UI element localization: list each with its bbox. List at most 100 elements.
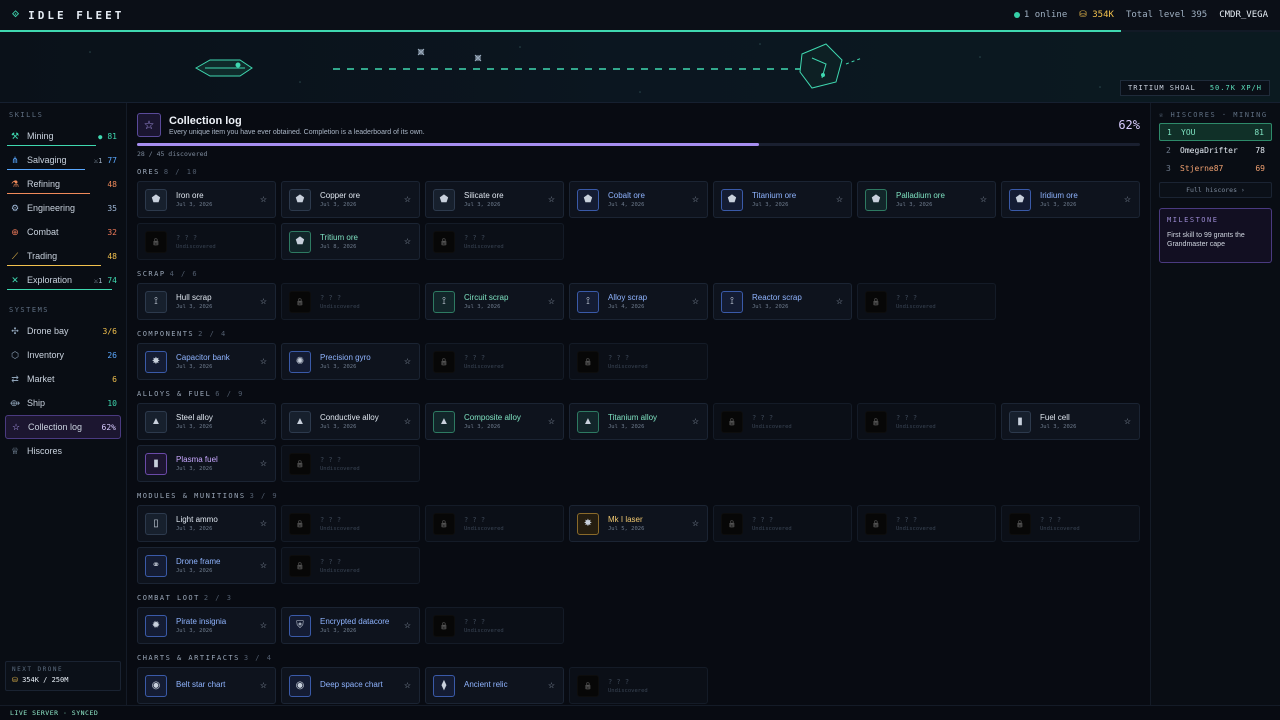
- item-card[interactable]: ⬟ Palladium ore Jul 3, 2026 ☆: [857, 181, 996, 218]
- favorite-star-icon[interactable]: ☆: [404, 681, 411, 690]
- item-card[interactable]: ✺ Precision gyro Jul 3, 2026 ☆: [281, 343, 420, 380]
- sidebar-item-hiscores[interactable]: ♕ Hiscores: [0, 439, 126, 463]
- category-heading: ORES 8 / 10: [137, 168, 1140, 176]
- favorite-star-icon[interactable]: ☆: [692, 297, 699, 306]
- favorite-star-icon[interactable]: ☆: [404, 195, 411, 204]
- sidebar-skill-combat[interactable]: ⊕ Combat 32: [0, 220, 126, 244]
- item-card[interactable]: ▲ Titanium alloy Jul 3, 2026 ☆: [569, 403, 708, 440]
- item-card[interactable]: ⚭ Drone frame Jul 3, 2026 ☆: [137, 547, 276, 584]
- item-card[interactable]: ⬟ Titanium ore Jul 3, 2026 ☆: [713, 181, 852, 218]
- sidebar-item-drone-bay[interactable]: ✣ Drone bay 3/6: [0, 319, 126, 343]
- sidebar-skill-salvaging[interactable]: ⋔ Salvaging ⚔1 77: [0, 148, 126, 172]
- favorite-star-icon[interactable]: ☆: [404, 357, 411, 366]
- lock-icon: 🔒: [289, 290, 311, 313]
- sidebar-item-market[interactable]: ⇄ Market 6: [0, 367, 126, 391]
- item-card[interactable]: ⟟ Hull scrap Jul 3, 2026 ☆: [137, 283, 276, 320]
- favorite-star-icon[interactable]: ☆: [548, 297, 555, 306]
- item-card[interactable]: ▮ Plasma fuel Jul 3, 2026 ☆: [137, 445, 276, 482]
- sidebar-item-collection-log[interactable]: ☆ Collection log 62%: [5, 415, 121, 439]
- favorite-star-icon[interactable]: ☆: [980, 195, 987, 204]
- user-name[interactable]: CMDR_VEGA: [1219, 10, 1268, 20]
- lock-icon: 🔒: [289, 554, 311, 577]
- right-panel: ♕ HISCORES · MINING 1 YOU 81 2 OmegaDrifter 7…: [1150, 103, 1280, 705]
- item-text: ? ? ? Undiscovered: [464, 234, 504, 250]
- item-card[interactable]: ⛨ Encrypted datacore Jul 3, 2026 ☆: [281, 607, 420, 644]
- item-date: Jul 4, 2026: [608, 304, 645, 310]
- sidebar-skill-mining[interactable]: ⚒ Mining ● 81: [0, 124, 126, 148]
- item-card[interactable]: ▲ Steel alloy Jul 3, 2026 ☆: [137, 403, 276, 440]
- skill-badge: ⚔1: [93, 276, 103, 285]
- milestone-text: First skill to 99 grants the Grandmaster…: [1167, 232, 1245, 248]
- item-text: Cobalt ore Jul 4, 2026: [608, 191, 645, 208]
- favorite-star-icon[interactable]: ☆: [692, 519, 699, 528]
- item-card[interactable]: ⟟ Alloy scrap Jul 4, 2026 ☆: [569, 283, 708, 320]
- full-hiscores-button[interactable]: Full hiscores ›: [1159, 182, 1272, 198]
- favorite-star-icon[interactable]: ☆: [260, 561, 267, 570]
- favorite-star-icon[interactable]: ☆: [548, 195, 555, 204]
- item-card[interactable]: ⬟ Copper ore Jul 3, 2026 ☆: [281, 181, 420, 218]
- category-name: COMPONENTS: [137, 330, 195, 338]
- favorite-star-icon[interactable]: ☆: [548, 417, 555, 426]
- favorite-star-icon[interactable]: ☆: [260, 417, 267, 426]
- item-card[interactable]: ⬟ Iron ore Jul 3, 2026 ☆: [137, 181, 276, 218]
- item-card[interactable]: ▲ Conductive alloy Jul 3, 2026 ☆: [281, 403, 420, 440]
- hiscore-score: 69: [1255, 163, 1265, 173]
- favorite-star-icon[interactable]: ☆: [260, 297, 267, 306]
- item-icon: ⟟: [145, 290, 167, 313]
- item-card[interactable]: ▮ Fuel cell Jul 3, 2026 ☆: [1001, 403, 1140, 440]
- sidebar-item-inventory[interactable]: ⬡ Inventory 26: [0, 343, 126, 367]
- item-card[interactable]: ▲ Composite alloy Jul 3, 2026 ☆: [425, 403, 564, 440]
- favorite-star-icon[interactable]: ☆: [404, 417, 411, 426]
- sidebar-skill-engineering[interactable]: ⚙ Engineering 35: [0, 196, 126, 220]
- item-icon: ⬟: [433, 188, 455, 211]
- hiscore-row[interactable]: 3 Stjerne87 69: [1159, 159, 1272, 177]
- favorite-star-icon[interactable]: ☆: [1124, 195, 1131, 204]
- sidebar-skill-exploration[interactable]: ✕ Exploration ⚔1 74: [0, 268, 126, 292]
- item-card[interactable]: ✸ Mk I laser Jul 5, 2026 ☆: [569, 505, 708, 542]
- item-date: Jul 3, 2026: [464, 424, 501, 430]
- favorite-star-icon[interactable]: ☆: [404, 237, 411, 246]
- favorite-star-icon[interactable]: ☆: [260, 195, 267, 204]
- item-card[interactable]: ⬟ Iridium ore Jul 3, 2026 ☆: [1001, 181, 1140, 218]
- favorite-star-icon[interactable]: ☆: [260, 519, 267, 528]
- item-card[interactable]: ◉ Deep space chart ☆: [281, 667, 420, 704]
- pickaxe-icon: ⚒: [10, 130, 20, 141]
- favorite-star-icon[interactable]: ☆: [836, 195, 843, 204]
- item-card[interactable]: ⬟ Tritium ore Jul 8, 2026 ☆: [281, 223, 420, 260]
- item-name: Mk I laser: [608, 515, 643, 524]
- favorite-star-icon[interactable]: ☆: [1124, 417, 1131, 426]
- item-text: ? ? ? Undiscovered: [320, 558, 360, 574]
- sidebar-item-ship[interactable]: ⟴ Ship 10: [0, 391, 126, 415]
- item-card[interactable]: ⧫ Ancient relic ☆: [425, 667, 564, 704]
- item-card[interactable]: ✹ Pirate insignia Jul 3, 2026 ☆: [137, 607, 276, 644]
- item-card[interactable]: ▯ Light ammo Jul 3, 2026 ☆: [137, 505, 276, 542]
- hiscore-row[interactable]: 2 OmegaDrifter 78: [1159, 141, 1272, 159]
- brand: ⟐ IDLE FLEET: [12, 9, 124, 22]
- sidebar-item-count: 10: [107, 398, 117, 408]
- favorite-star-icon[interactable]: ☆: [548, 681, 555, 690]
- category-name: COMBAT LOOT: [137, 594, 200, 602]
- favorite-star-icon[interactable]: ☆: [692, 417, 699, 426]
- item-date: Jul 3, 2026: [608, 424, 645, 430]
- sidebar-skill-refining[interactable]: ⚗ Refining 48: [0, 172, 126, 196]
- item-card[interactable]: ⟟ Reactor scrap Jul 3, 2026 ☆: [713, 283, 852, 320]
- hiscore-row[interactable]: 1 YOU 81: [1159, 123, 1272, 141]
- item-card[interactable]: ✸ Capacitor bank Jul 3, 2026 ☆: [137, 343, 276, 380]
- favorite-star-icon[interactable]: ☆: [260, 681, 267, 690]
- favorite-star-icon[interactable]: ☆: [260, 357, 267, 366]
- favorite-star-icon[interactable]: ☆: [692, 195, 699, 204]
- lock-icon: 🔒: [433, 614, 455, 637]
- item-name: Iron ore: [176, 191, 204, 200]
- category-heading: CHARTS & ARTIFACTS 3 / 4: [137, 654, 1140, 662]
- item-card[interactable]: ⟟ Circuit scrap Jul 3, 2026 ☆: [425, 283, 564, 320]
- skill-xp-bar: [7, 265, 102, 266]
- item-card[interactable]: ◉ Belt star chart ☆: [137, 667, 276, 704]
- favorite-star-icon[interactable]: ☆: [260, 459, 267, 468]
- item-card[interactable]: ⬟ Cobalt ore Jul 4, 2026 ☆: [569, 181, 708, 218]
- item-card[interactable]: ⬟ Silicate ore Jul 3, 2026 ☆: [425, 181, 564, 218]
- favorite-star-icon[interactable]: ☆: [404, 621, 411, 630]
- favorite-star-icon[interactable]: ☆: [260, 621, 267, 630]
- item-card-locked: 🔒 ? ? ? Undiscovered: [281, 445, 420, 482]
- sidebar-skill-trading[interactable]: ⟋ Trading 48: [0, 244, 126, 268]
- favorite-star-icon[interactable]: ☆: [836, 297, 843, 306]
